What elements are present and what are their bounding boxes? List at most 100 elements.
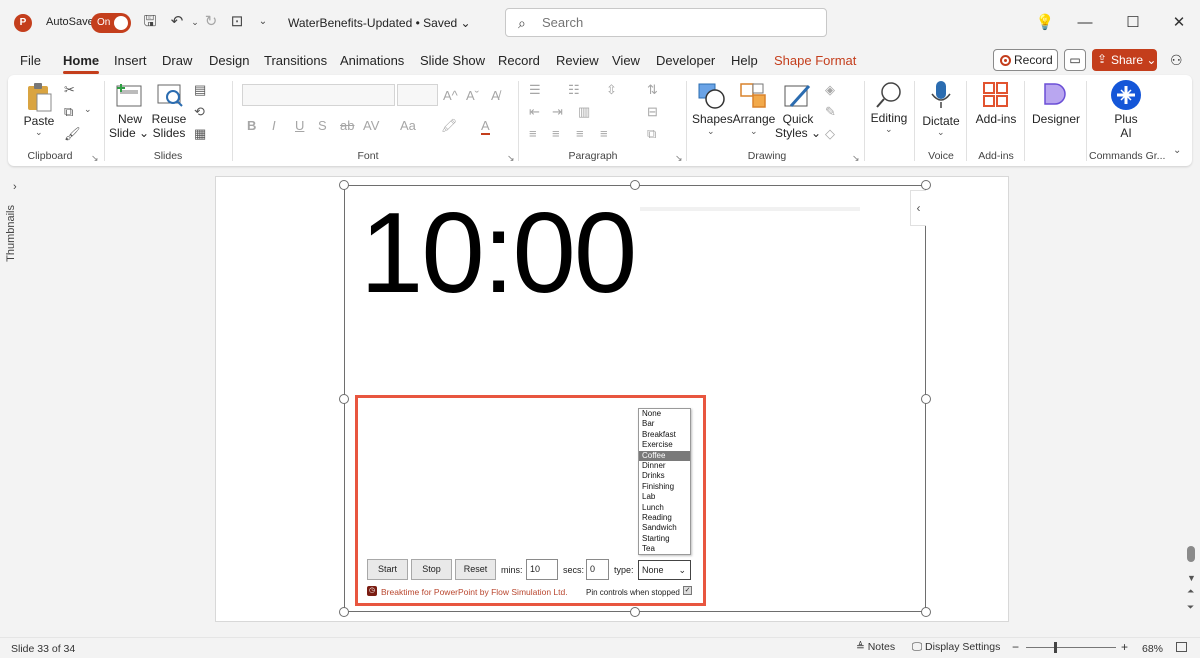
maximize-button[interactable]: ☐	[1110, 10, 1156, 36]
tab-record[interactable]: Record	[498, 53, 540, 68]
designer-icon[interactable]	[1041, 80, 1069, 108]
share-button[interactable]: ⇪ Share ⌄	[1092, 49, 1157, 71]
reset-slide-icon[interactable]: ⟲	[194, 104, 205, 120]
type-options-list[interactable]: None Bar Breakfast Exercise Coffee Dinne…	[638, 408, 691, 555]
customize-qat-icon[interactable]: ⌄	[254, 13, 272, 31]
previous-slide-icon[interactable]: ⏶	[1187, 586, 1194, 597]
grow-font-icon[interactable]: A^	[443, 88, 458, 103]
resize-handle-top-left[interactable]	[339, 180, 349, 190]
font-launcher-icon[interactable]: ↘	[507, 153, 515, 164]
undo-icon[interactable]: ↶	[168, 13, 186, 31]
copy-dropdown-icon[interactable]: ⌄	[84, 104, 92, 115]
align-text-icon[interactable]: ⊟	[647, 104, 658, 120]
editing-icon[interactable]	[874, 80, 904, 110]
new-slide-label-1[interactable]: New	[110, 112, 150, 126]
numbering-icon[interactable]: ☷	[568, 82, 580, 98]
text-direction-icon[interactable]: ⇅	[647, 82, 658, 98]
zoom-out-button[interactable]: −	[1012, 640, 1019, 654]
present-icon[interactable]: ⊡	[228, 13, 246, 31]
italic-button[interactable]: I	[272, 118, 276, 133]
arrange-dropdown-icon[interactable]: ⌄	[750, 126, 758, 137]
resize-handle-top-right[interactable]	[921, 180, 931, 190]
redo-icon[interactable]: ↻	[202, 13, 220, 31]
option-dinner[interactable]: Dinner	[639, 461, 690, 471]
option-reading[interactable]: Reading	[639, 513, 690, 523]
resize-handle-left[interactable]	[339, 394, 349, 404]
autosave-toggle[interactable]: On	[91, 13, 131, 33]
reuse-label-2[interactable]: Slides	[150, 126, 188, 140]
option-lab[interactable]: Lab	[639, 492, 690, 502]
vertical-scroll-thumb[interactable]	[1187, 546, 1195, 562]
shape-effects-icon[interactable]: ◇	[825, 126, 835, 142]
save-icon[interactable]: 🖫	[141, 13, 159, 31]
expand-thumbnails-icon[interactable]: ›	[13, 181, 17, 193]
tab-file[interactable]: File	[20, 53, 41, 68]
editing-button[interactable]: Editing	[868, 111, 910, 125]
quick-styles-icon[interactable]	[783, 82, 813, 110]
secs-input[interactable]: 0	[586, 559, 609, 580]
paste-button[interactable]: Paste	[22, 114, 56, 128]
addin-panel-toggle-icon[interactable]: ‹	[910, 190, 926, 226]
drawing-launcher-icon[interactable]: ↘	[852, 153, 860, 164]
quick-styles-label-1[interactable]: Quick	[778, 112, 818, 126]
align-right-icon[interactable]: ≡	[576, 126, 584, 141]
option-bar[interactable]: Bar	[639, 419, 690, 429]
change-case-button[interactable]: Aa	[400, 118, 416, 133]
decrease-indent-icon[interactable]: ⇤	[529, 104, 540, 120]
font-color-button[interactable]: A	[481, 118, 490, 135]
zoom-slider-thumb[interactable]	[1054, 642, 1057, 653]
option-breakfast[interactable]: Breakfast	[639, 430, 690, 440]
font-size-combo[interactable]	[397, 84, 438, 106]
new-slide-label-2[interactable]: Slide ⌄	[108, 126, 150, 140]
option-lunch[interactable]: Lunch	[639, 503, 690, 513]
search-input[interactable]	[542, 15, 812, 30]
option-coffee[interactable]: Coffee	[639, 450, 690, 461]
shapes-button[interactable]: Shapes	[692, 112, 733, 126]
coauthor-icon[interactable]: ⚇	[1170, 52, 1183, 69]
tab-view[interactable]: View	[612, 53, 640, 68]
bullets-icon[interactable]: ☰	[529, 82, 541, 98]
arrange-icon[interactable]	[739, 82, 769, 110]
underline-button[interactable]: U	[295, 118, 304, 133]
plus-ai-icon[interactable]	[1111, 80, 1141, 110]
option-none[interactable]: None	[639, 409, 690, 419]
shapes-icon[interactable]	[697, 82, 727, 110]
text-shadow-button[interactable]: S	[318, 118, 327, 133]
minimize-button[interactable]: —	[1062, 10, 1108, 36]
line-spacing-icon[interactable]: ⇳	[606, 82, 617, 98]
scroll-down-arrow-icon[interactable]: ▼	[1187, 573, 1196, 583]
notes-button[interactable]: ≜ Notes	[856, 641, 895, 653]
option-starting[interactable]: Starting	[639, 534, 690, 544]
option-exercise[interactable]: Exercise	[639, 440, 690, 450]
document-title[interactable]: WaterBenefits-Updated • Saved ⌄	[288, 16, 471, 30]
dictate-button[interactable]: Dictate	[920, 114, 962, 128]
resize-handle-right[interactable]	[921, 394, 931, 404]
paste-dropdown-icon[interactable]: ⌄	[35, 127, 43, 138]
columns-icon[interactable]: ▥	[578, 104, 590, 120]
tab-shape-format[interactable]: Shape Format	[774, 53, 856, 68]
display-settings-button[interactable]: 🖵 Display Settings	[912, 641, 1000, 654]
designer-button[interactable]: Designer	[1030, 112, 1082, 126]
format-painter-icon[interactable]: 🖌	[64, 126, 81, 142]
addins-button[interactable]: Add-ins	[974, 112, 1018, 126]
font-name-combo[interactable]	[242, 84, 395, 106]
reuse-label-1[interactable]: Reuse	[150, 112, 188, 126]
pin-controls-checkbox[interactable]: ✓	[683, 586, 692, 595]
copy-icon[interactable]: ⧉	[64, 104, 73, 120]
plus-ai-label-2[interactable]: AI	[1106, 126, 1146, 140]
resize-handle-bottom[interactable]	[630, 607, 640, 617]
option-drinks[interactable]: Drinks	[639, 471, 690, 481]
resize-handle-bottom-right[interactable]	[921, 607, 931, 617]
arrange-button[interactable]: Arrange	[731, 112, 777, 126]
shape-fill-icon[interactable]: ◈	[825, 82, 835, 98]
option-sandwich[interactable]: Sandwich	[639, 523, 690, 533]
shrink-font-icon[interactable]: Aˇ	[466, 88, 479, 103]
tab-design[interactable]: Design	[209, 53, 249, 68]
start-button[interactable]: Start	[367, 559, 408, 580]
bold-button[interactable]: B	[247, 118, 256, 133]
dictate-dropdown-icon[interactable]: ⌄	[937, 127, 945, 138]
paste-icon[interactable]	[25, 82, 53, 112]
clipboard-launcher-icon[interactable]: ↘	[91, 153, 99, 164]
thumbnails-label[interactable]: Thumbnails	[5, 205, 17, 262]
addins-icon[interactable]	[983, 82, 1009, 108]
